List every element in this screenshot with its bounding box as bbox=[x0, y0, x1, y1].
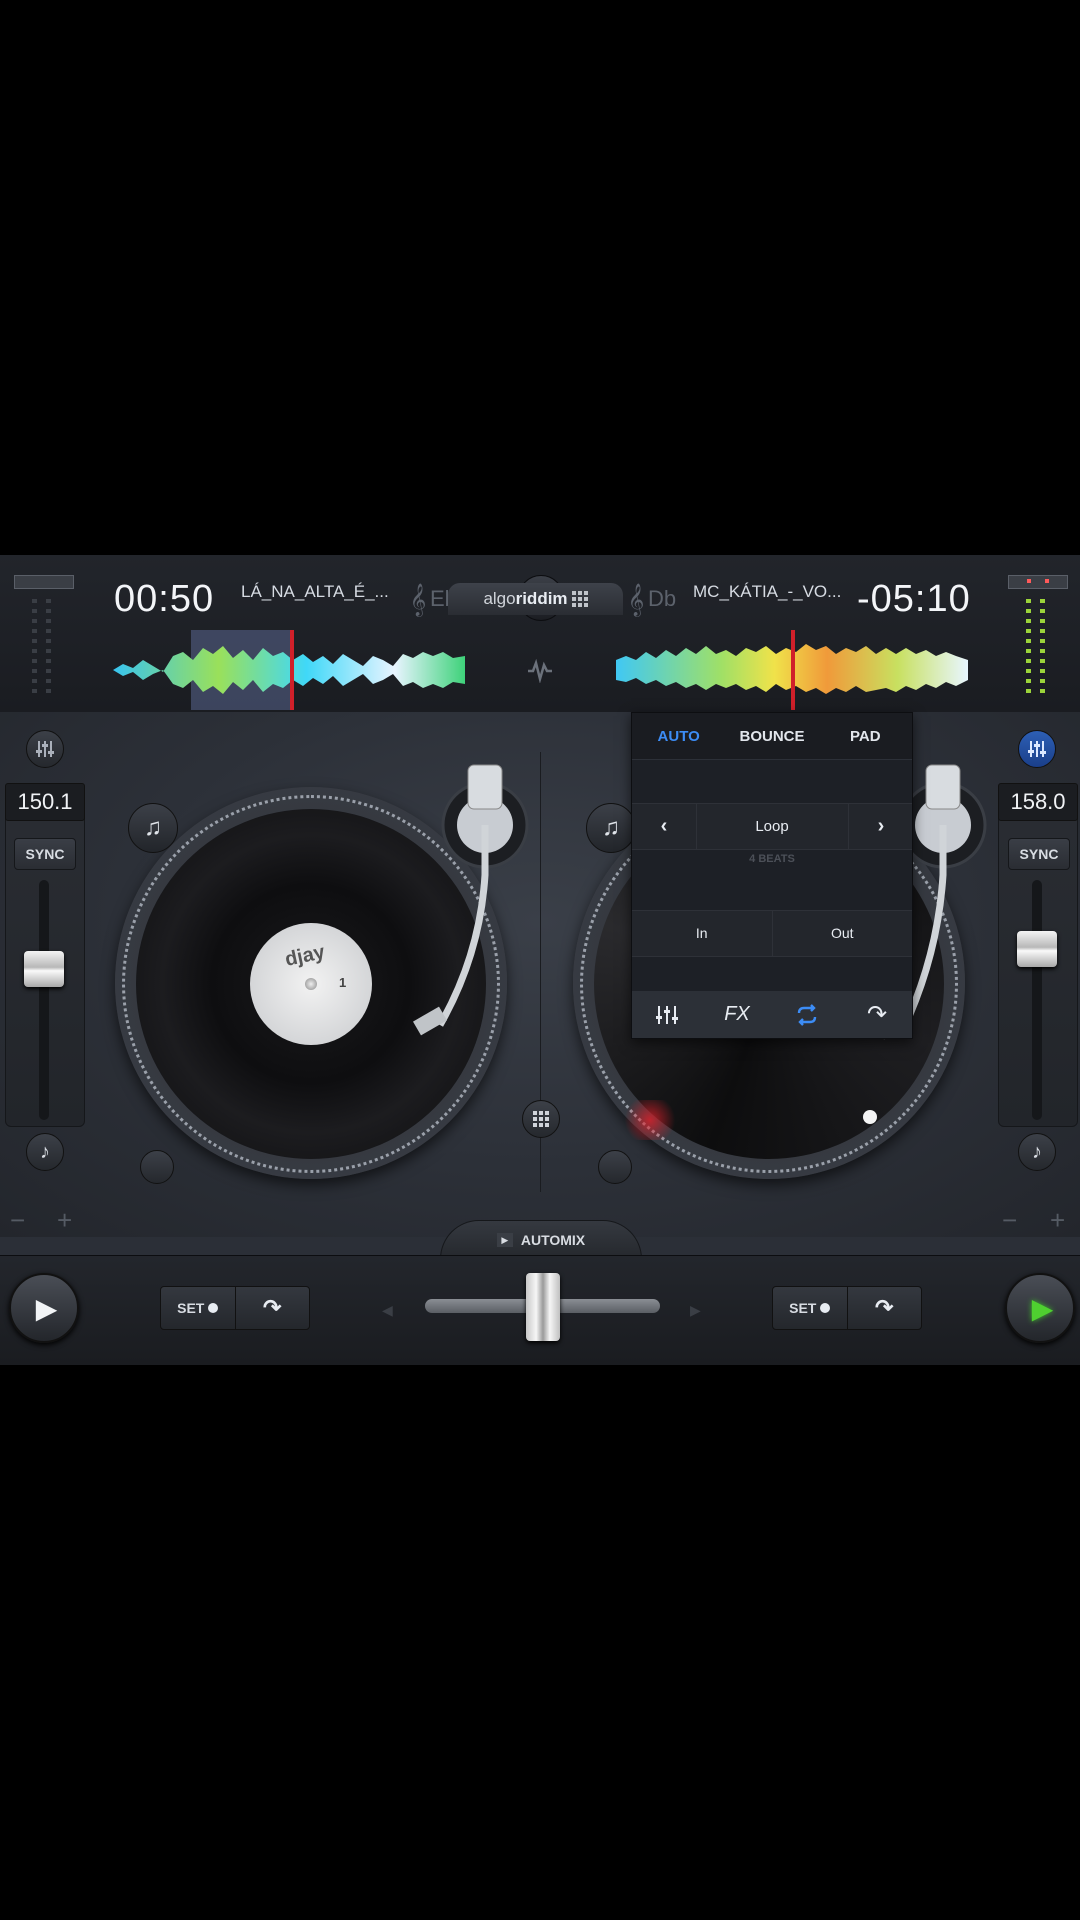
loop-beats-label: 4 BEATS bbox=[749, 853, 795, 865]
logo-text-light: algo bbox=[483, 589, 516, 608]
right-add-track-button[interactable]: ♫ bbox=[586, 803, 636, 853]
left-jump-cue-button[interactable]: ↷ bbox=[234, 1287, 310, 1329]
right-level-meter bbox=[1026, 599, 1045, 693]
tab-pad[interactable]: PAD bbox=[819, 728, 912, 745]
left-cue-knob[interactable] bbox=[140, 1150, 174, 1184]
right-pitch-slider-knob[interactable] bbox=[1017, 931, 1057, 967]
music-note-icon: ♪ bbox=[1032, 1140, 1042, 1163]
right-key-lock-button[interactable]: ♪ bbox=[1018, 1133, 1056, 1171]
chevron-right-icon: › bbox=[877, 815, 885, 837]
waveform-toggle-icon[interactable] bbox=[526, 659, 554, 683]
logo-grid-icon bbox=[571, 591, 588, 607]
brand-logo: algo riddim bbox=[448, 583, 623, 615]
loop-out-button[interactable]: Out bbox=[773, 911, 913, 956]
mixer-sliders-icon bbox=[36, 741, 54, 757]
tab-auto[interactable]: AUTO bbox=[632, 728, 725, 745]
jump-arrow-icon: ↷ bbox=[866, 1001, 888, 1028]
left-pitch-minus[interactable]: − bbox=[10, 1205, 25, 1236]
toolbar-eq-button[interactable] bbox=[632, 1004, 702, 1026]
music-note-icon: ♪ bbox=[40, 1140, 50, 1163]
jump-arrow-icon: ↷ bbox=[875, 1295, 894, 1320]
music-note-add-icon: ♫ bbox=[144, 814, 162, 841]
logo-text-bold: riddim bbox=[515, 589, 568, 608]
play-small-icon: ▶ bbox=[496, 1233, 513, 1247]
right-level-indicator bbox=[1008, 575, 1068, 589]
left-set-cue-button[interactable]: SET bbox=[161, 1287, 235, 1329]
set-label: SET bbox=[789, 1300, 817, 1316]
left-record-label: djay 1 bbox=[250, 923, 372, 1045]
toolbar-fx-button[interactable]: FX bbox=[702, 1003, 772, 1026]
left-pitch-slider-track[interactable] bbox=[39, 880, 49, 1120]
set-label: SET bbox=[177, 1300, 205, 1316]
crossfader-left-arrow: ◀ bbox=[382, 1302, 393, 1318]
right-pitch-minus[interactable]: − bbox=[1002, 1205, 1017, 1236]
right-waveform[interactable] bbox=[616, 630, 968, 710]
grid-icon bbox=[533, 1111, 549, 1127]
treble-clef-icon: 𝄞 bbox=[409, 583, 427, 615]
right-cue-controls: SET ↷ bbox=[772, 1286, 922, 1330]
left-level-meter bbox=[32, 599, 51, 693]
left-tonearm[interactable] bbox=[400, 755, 530, 1095]
left-play-button[interactable]: ▶ bbox=[9, 1273, 79, 1343]
treble-clef-icon: 𝄞 bbox=[627, 583, 645, 615]
djay-app: 00:50 LÁ_NA_ALTA_É_... 𝄞 Eb i 𝄞 Db MC_KÁ… bbox=[0, 555, 1080, 1365]
mixer-sliders-icon bbox=[656, 1005, 678, 1024]
right-bpm-display[interactable]: 158.0 bbox=[998, 783, 1078, 821]
cue-dot-icon bbox=[208, 1303, 219, 1313]
left-deck-time: 00:50 bbox=[114, 578, 215, 620]
right-position-dot bbox=[863, 1110, 877, 1124]
loop-prev-button[interactable]: ‹ bbox=[632, 804, 697, 849]
play-icon: ▶ bbox=[35, 1292, 58, 1324]
loop-toggle-button[interactable]: Loop bbox=[696, 804, 848, 849]
mixer-sliders-icon bbox=[1028, 741, 1046, 757]
left-sync-button[interactable]: SYNC bbox=[14, 838, 76, 870]
left-deck-track-title[interactable]: LÁ_NA_ALTA_É_... bbox=[241, 582, 389, 602]
left-cue-controls: SET ↷ bbox=[160, 1286, 310, 1330]
top-bar: 00:50 LÁ_NA_ALTA_É_... 𝄞 Eb i 𝄞 Db MC_KÁ… bbox=[0, 555, 1080, 713]
right-deck-time: -05:10 bbox=[857, 578, 971, 620]
left-bpm-display[interactable]: 150.1 bbox=[5, 783, 85, 821]
play-icon: ▶ bbox=[1031, 1292, 1054, 1324]
right-deck-key: Db bbox=[648, 586, 677, 611]
jump-arrow-icon: ↷ bbox=[263, 1295, 282, 1320]
left-eq-button[interactable] bbox=[26, 730, 64, 768]
loop-popup-toolbar: FX ↷ bbox=[632, 991, 912, 1038]
loop-icon bbox=[797, 1003, 817, 1026]
chevron-left-icon: ‹ bbox=[660, 815, 668, 837]
right-cue-knob[interactable] bbox=[598, 1150, 632, 1184]
crossfader-right-arrow: ▶ bbox=[690, 1302, 701, 1318]
loop-in-button[interactable]: In bbox=[632, 911, 773, 956]
library-grid-button[interactable] bbox=[522, 1100, 560, 1138]
toolbar-loop-button[interactable] bbox=[772, 1003, 842, 1026]
left-pitch-plus[interactable]: + bbox=[57, 1205, 72, 1236]
left-pitch-slider-knob[interactable] bbox=[24, 951, 64, 988]
right-cue-marker bbox=[620, 1100, 680, 1140]
right-eq-button[interactable] bbox=[1018, 730, 1056, 768]
automix-label: AUTOMIX bbox=[520, 1232, 586, 1248]
cue-dot-icon bbox=[820, 1303, 831, 1313]
left-key-lock-button[interactable]: ♪ bbox=[26, 1133, 64, 1171]
left-level-indicator bbox=[14, 575, 74, 589]
music-note-add-icon: ♫ bbox=[602, 814, 620, 841]
right-pitch-slider-track[interactable] bbox=[1032, 880, 1042, 1120]
loop-next-button[interactable]: › bbox=[848, 804, 913, 849]
left-add-track-button[interactable]: ♫ bbox=[128, 803, 178, 853]
right-sync-button[interactable]: SYNC bbox=[1008, 838, 1070, 870]
right-pitch-plus[interactable]: + bbox=[1050, 1205, 1065, 1236]
left-waveform[interactable] bbox=[113, 630, 465, 710]
tab-bounce[interactable]: BOUNCE bbox=[725, 728, 818, 745]
automix-button[interactable]: ▶ AUTOMIX bbox=[440, 1220, 642, 1259]
right-deck-track-title[interactable]: MC_KÁTIA_-_VO... bbox=[693, 582, 841, 602]
loop-size-row: ‹ Loop › bbox=[632, 803, 912, 850]
record-label-number: 1 bbox=[339, 975, 347, 990]
right-play-button[interactable]: ▶ bbox=[1005, 1273, 1075, 1343]
record-label-text: djay bbox=[283, 941, 327, 971]
loop-popup-tabs: AUTO BOUNCE PAD bbox=[632, 713, 912, 760]
toolbar-cue-button[interactable]: ↷ bbox=[842, 1000, 912, 1029]
loop-in-out-row: In Out bbox=[632, 910, 912, 957]
right-jump-cue-button[interactable]: ↷ bbox=[846, 1287, 922, 1329]
crossfader-knob[interactable] bbox=[525, 1273, 560, 1341]
right-set-cue-button[interactable]: SET bbox=[773, 1287, 847, 1329]
loop-popup: AUTO BOUNCE PAD ‹ Loop › 4 BEATS In Out … bbox=[631, 712, 913, 1039]
